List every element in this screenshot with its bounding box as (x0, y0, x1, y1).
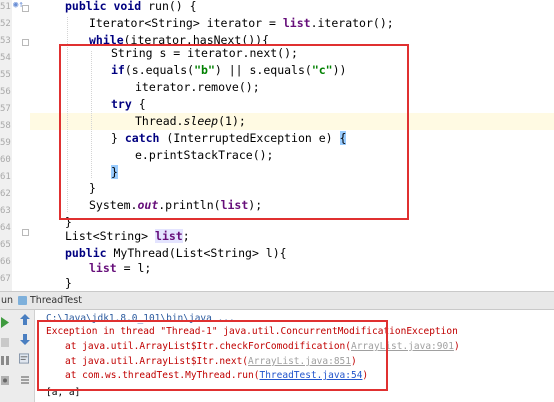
line-number: 60 (0, 155, 11, 165)
up-arrow-icon[interactable] (20, 314, 30, 325)
line-number: 62 (0, 189, 11, 199)
code-line: Iterator<String> iterator = list.iterato… (89, 16, 394, 30)
down-arrow-icon[interactable] (20, 334, 30, 345)
line-number: 66 (0, 257, 11, 267)
run-tab-title[interactable]: ThreadTest (30, 295, 82, 306)
rerun-icon[interactable] (0, 317, 10, 328)
line-number: 52 (0, 19, 11, 29)
scroll-to-end-icon[interactable] (20, 374, 30, 385)
pause-icon[interactable] (0, 355, 10, 366)
line-number: 56 (0, 87, 11, 97)
code-line: public void run() { (65, 0, 197, 13)
line-number: 53 (0, 36, 11, 46)
line-number: 57 (0, 104, 11, 114)
code-line: List<String> list; (65, 229, 190, 243)
annotation-box (59, 44, 409, 220)
dump-threads-icon[interactable] (0, 375, 10, 386)
line-number: 58 (0, 121, 11, 131)
soft-wrap-icon[interactable] (19, 353, 29, 364)
code-line: } (65, 276, 72, 290)
fold-marker-icon[interactable] (22, 5, 29, 12)
fold-marker-icon[interactable] (22, 39, 29, 46)
fold-marker-icon[interactable] (22, 229, 29, 236)
code-line: list = l; (89, 261, 152, 275)
line-number: 67 (0, 274, 11, 284)
run-config-icon (18, 296, 27, 305)
run-toolbar (0, 310, 35, 402)
annotation-box (37, 320, 388, 391)
line-number: 61 (0, 172, 11, 182)
run-panel-label: un (1, 295, 14, 306)
line-number: 64 (0, 223, 11, 233)
code-editor[interactable]: 51 52 53 54 55 56 57 58 59 60 61 62 63 6… (0, 0, 554, 291)
line-number: 54 (0, 53, 11, 63)
run-tool-window-header: un ThreadTest (0, 291, 554, 310)
line-number: 55 (0, 70, 11, 80)
stop-icon[interactable] (0, 337, 10, 348)
line-number: 59 (0, 138, 11, 148)
line-number: 63 (0, 206, 11, 216)
line-number: 51 (0, 2, 11, 12)
line-number: 65 (0, 240, 11, 250)
